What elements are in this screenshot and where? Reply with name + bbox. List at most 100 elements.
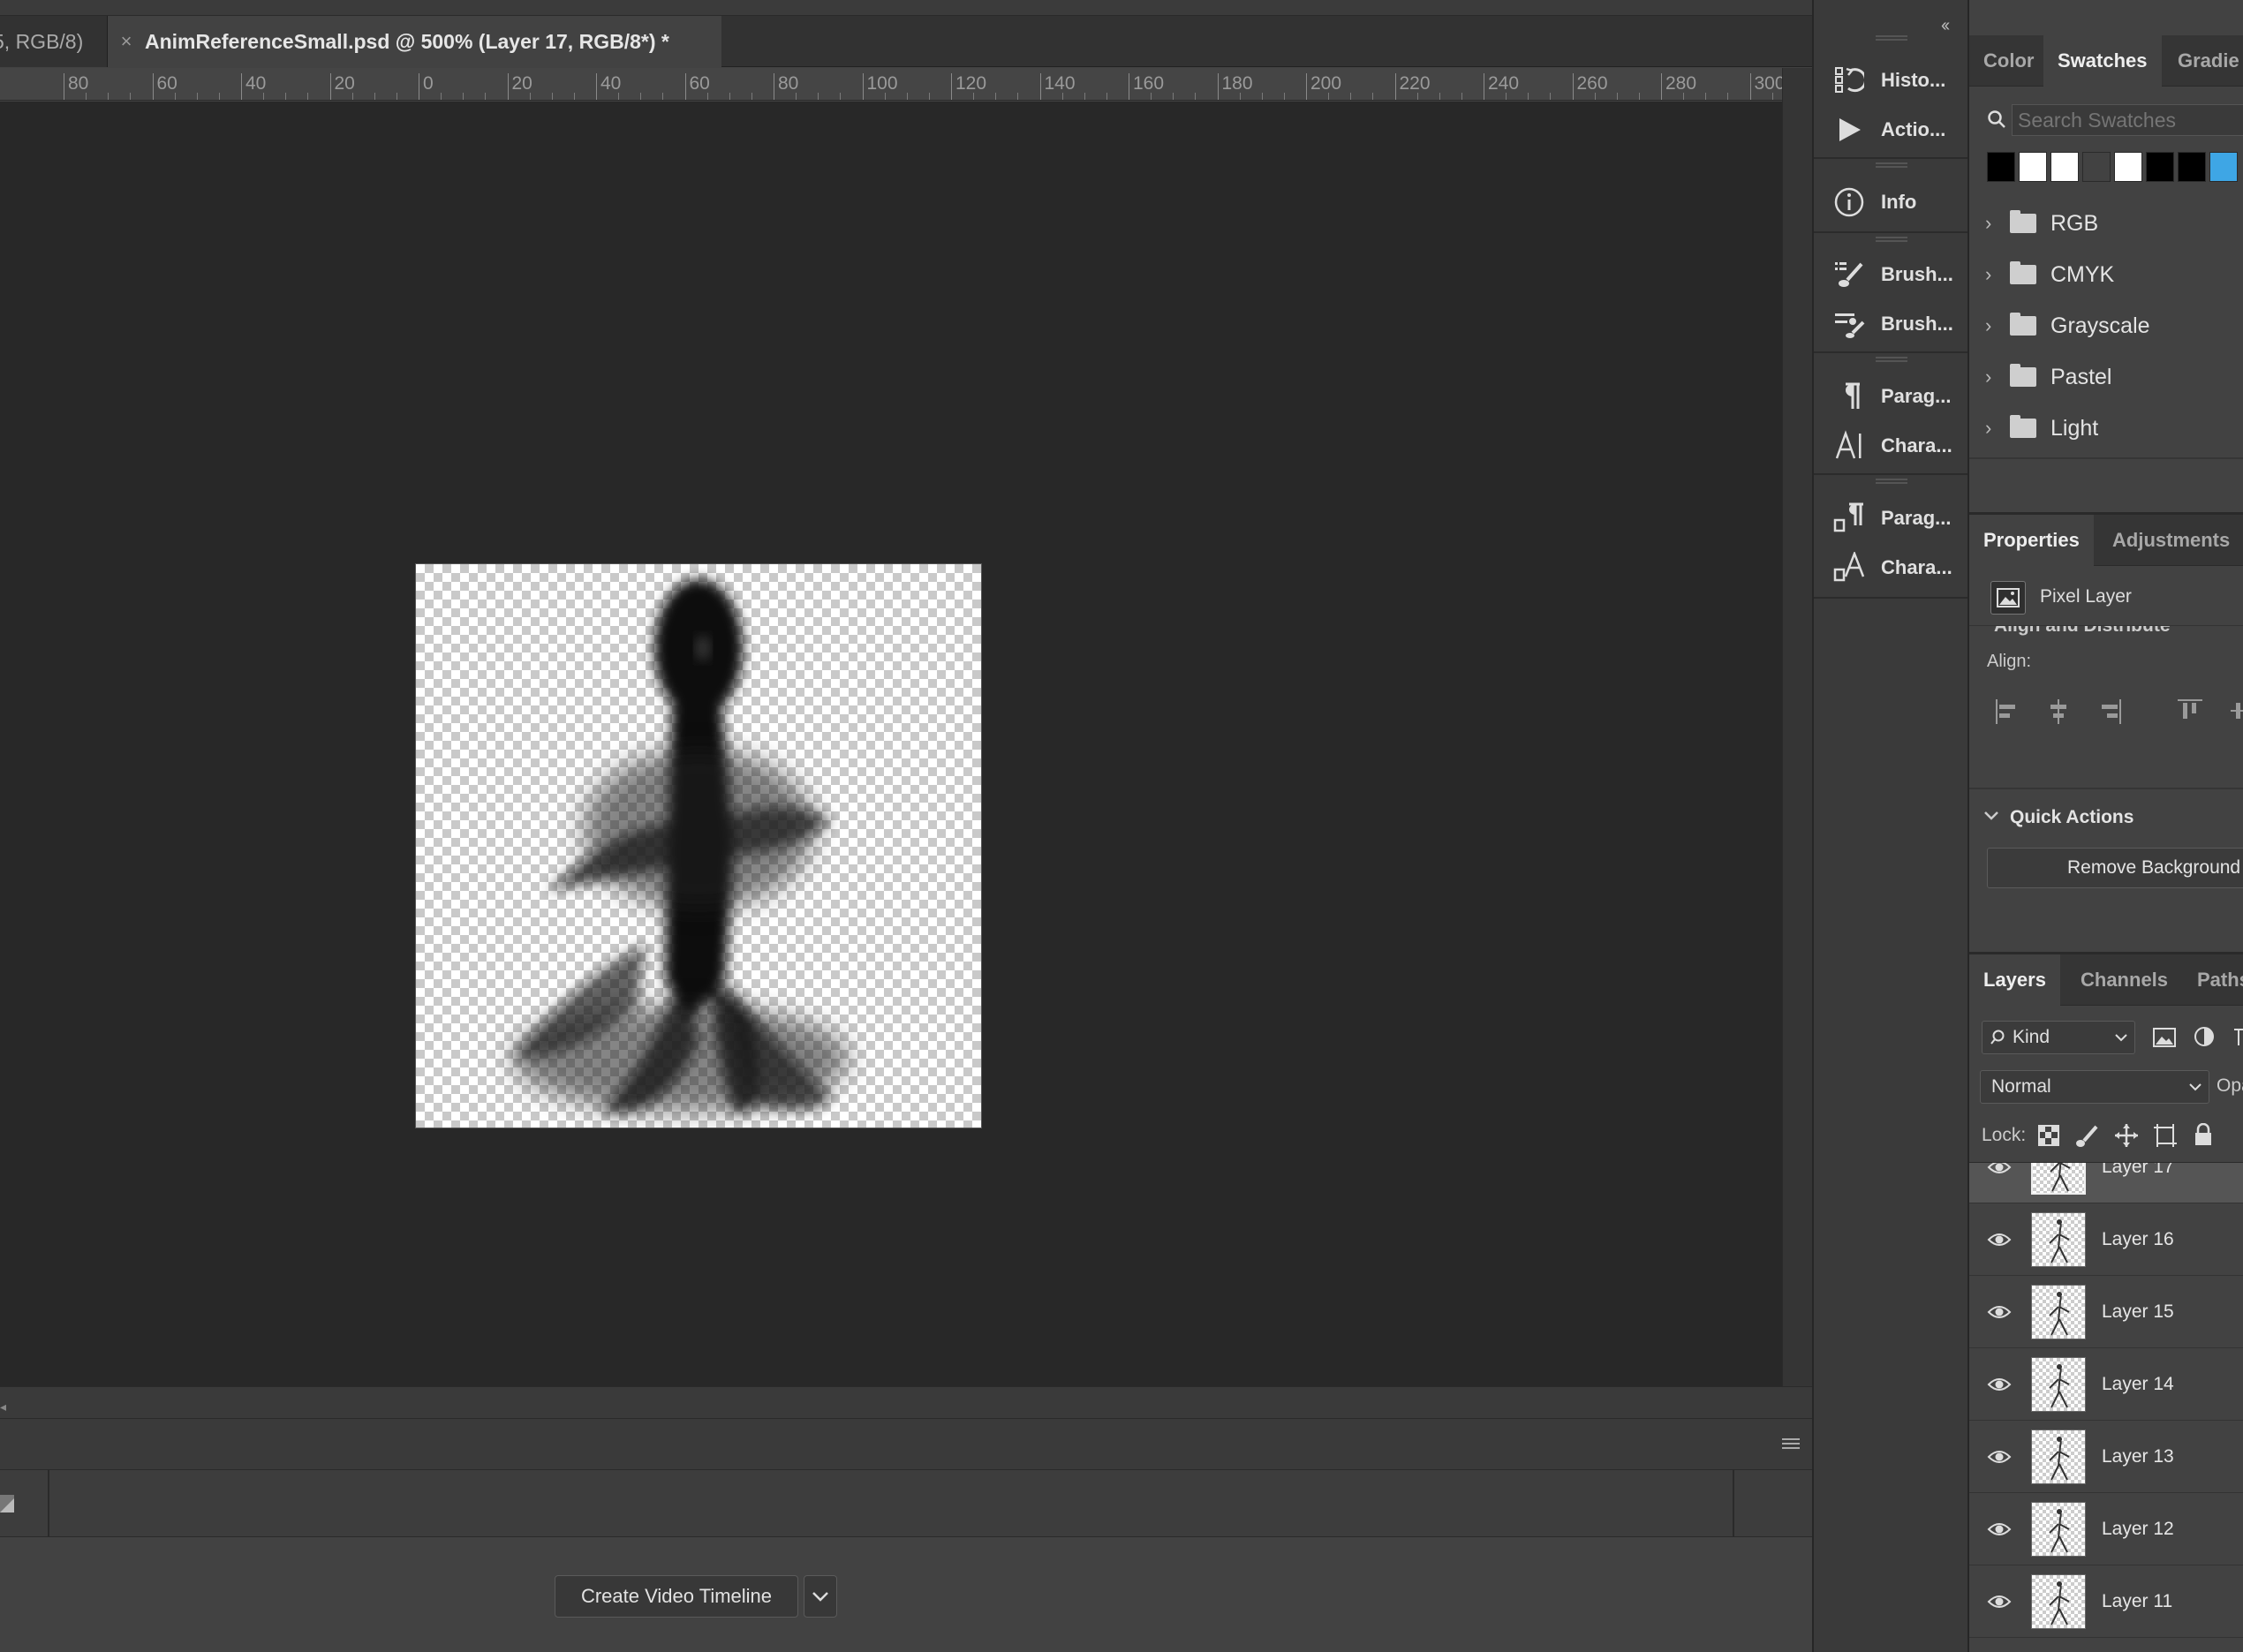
horizontal-scrollbar[interactable]: ◂ [0, 1386, 1812, 1418]
document-tab-previous[interactable]: 5, RGB/8) [0, 16, 108, 67]
dock-grip[interactable] [1876, 479, 1907, 484]
lock-transparent-pixels-icon[interactable] [2038, 1125, 2059, 1146]
align-right-icon[interactable] [2098, 699, 2121, 724]
chevron-right-icon[interactable]: › [1985, 263, 2003, 286]
blend-mode-dropdown[interactable]: Normal [1980, 1070, 2209, 1104]
eye-visibility-icon[interactable] [1987, 1449, 2015, 1465]
dock-item-actions[interactable]: Actio... [1831, 109, 1964, 150]
ruler-tick-label: 160 [1129, 73, 1164, 100]
align-horizontal-center-icon[interactable] [2047, 699, 2070, 724]
timeline-mode-dropdown[interactable] [804, 1575, 837, 1618]
tab-adjustments[interactable]: Adjustments [2098, 515, 2243, 566]
chevron-down-icon[interactable] [1983, 811, 1999, 821]
create-video-timeline-button[interactable]: Create Video Timeline [555, 1575, 798, 1618]
dock-grip[interactable] [1876, 162, 1907, 168]
eye-visibility-icon[interactable] [1987, 1232, 2015, 1248]
convert-frame-icon[interactable] [0, 1495, 16, 1512]
swatch-group-pastel[interactable]: › Pastel [1985, 351, 2243, 403]
swatch[interactable] [2082, 152, 2111, 182]
chevron-right-icon[interactable]: › [1985, 417, 2003, 440]
chevron-right-icon[interactable]: › [1985, 366, 2003, 388]
layer-row[interactable]: Layer 14 [1969, 1348, 2243, 1421]
scroll-left-arrow-icon[interactable]: ◂ [0, 1399, 6, 1414]
layer-filter-kind-dropdown[interactable]: Kind [1982, 1021, 2135, 1054]
folder-icon [2010, 313, 2036, 336]
horizontal-ruler[interactable]: 80 60 40 20 0 20 40 60 80 100 120 140 160 180 200 220 24… [0, 68, 1793, 101]
search-icon [1990, 1030, 2005, 1045]
document-canvas[interactable] [415, 563, 982, 1128]
eye-visibility-icon[interactable] [1987, 1304, 2015, 1320]
eye-visibility-icon[interactable] [1987, 1163, 2015, 1175]
dock-item-history[interactable]: Histo... [1831, 60, 1964, 101]
dock-grip[interactable] [1876, 357, 1907, 362]
layer-row[interactable]: Layer 16 [1969, 1203, 2243, 1276]
filter-pixel-layers-icon[interactable] [2153, 1028, 2176, 1047]
layer-row[interactable]: Layer 15 [1969, 1276, 2243, 1348]
dock-separator [1814, 351, 1967, 353]
swatch[interactable] [2050, 152, 2079, 182]
lock-image-pixels-icon[interactable] [2075, 1125, 2098, 1148]
ruler-minor-tick [1683, 93, 1685, 100]
tab-paths[interactable]: Paths [2183, 954, 2243, 1006]
eye-visibility-icon[interactable] [1987, 1594, 2015, 1610]
tab-swatches[interactable]: Swatches [2043, 35, 2162, 87]
filter-adjustment-layers-icon[interactable] [2194, 1026, 2215, 1047]
dock-item-character[interactable]: Chara... [1831, 426, 1964, 466]
tab-channels[interactable]: Channels [2066, 954, 2182, 1006]
dock-item-character-styles-label: Chara... [1881, 556, 1952, 578]
tab-gradients[interactable]: Gradie [2164, 35, 2243, 87]
tab-properties-label: Properties [1983, 529, 2080, 551]
swatch-group-rgb[interactable]: › RGB [1985, 198, 2243, 249]
layer-row[interactable]: Layer 13 [1969, 1421, 2243, 1493]
eye-visibility-icon[interactable] [1987, 1521, 2015, 1537]
swatch[interactable] [2209, 152, 2238, 182]
swatch[interactable] [2178, 152, 2206, 182]
dock-grip[interactable] [1876, 35, 1907, 41]
chevron-right-icon[interactable]: › [1985, 212, 2003, 235]
layer-row[interactable]: Layer 11 [1969, 1565, 2243, 1638]
tab-layers[interactable]: Layers [1969, 954, 2060, 1006]
dock-item-info[interactable]: Info [1831, 182, 1964, 223]
ruler-tick-label: 220 [1394, 73, 1431, 100]
swatch[interactable] [2114, 152, 2142, 182]
ruler-minor-tick [1261, 93, 1263, 100]
vertical-scrollbar[interactable] [1782, 68, 1812, 1386]
dock-item-character-styles[interactable]: Chara... [1831, 547, 1964, 588]
dock-item-brush-settings[interactable]: Brush... [1831, 304, 1964, 344]
close-icon[interactable]: × [108, 30, 145, 53]
lock-artboard-icon[interactable] [2153, 1123, 2178, 1148]
remove-background-button[interactable]: Remove Background [1987, 848, 2243, 888]
swatch-group-grayscale[interactable]: › Grayscale [1985, 300, 2243, 351]
swatch[interactable] [2019, 152, 2047, 182]
align-top-icon[interactable] [2178, 699, 2202, 722]
ruler-minor-tick [1372, 93, 1374, 100]
align-vertical-center-icon[interactable] [2231, 699, 2243, 722]
lock-all-icon[interactable] [2194, 1123, 2213, 1146]
layer-row[interactable]: Layer 17 [1969, 1163, 2243, 1203]
layer-row[interactable]: Layer 12 [1969, 1493, 2243, 1565]
tab-channels-label: Channels [2081, 969, 2169, 991]
swatch-group-cmyk[interactable]: › CMYK [1985, 249, 2243, 300]
filter-type-layers-icon[interactable] [2234, 1028, 2243, 1047]
eye-visibility-icon[interactable] [1987, 1377, 2015, 1392]
tab-color[interactable]: Color [1969, 35, 2048, 87]
dock-item-brush[interactable]: Brush... [1831, 254, 1964, 295]
swatch[interactable] [1987, 152, 2015, 182]
tab-properties[interactable]: Properties [1969, 515, 2094, 566]
panel-menu-icon[interactable] [1782, 1438, 1800, 1452]
canvas-area[interactable] [0, 102, 1782, 1386]
lock-position-icon[interactable] [2114, 1123, 2139, 1148]
search-swatches-input[interactable] [2012, 104, 2243, 136]
dock-item-paragraph-styles[interactable]: Parag... [1831, 498, 1964, 539]
document-tab-active[interactable]: × AnimReferenceSmall.psd @ 500% (Layer 1… [108, 16, 721, 67]
dock-item-paragraph[interactable]: Parag... [1831, 376, 1964, 417]
swatch[interactable] [2146, 152, 2174, 182]
collapse-panels-icon[interactable]: ‹‹ [1941, 16, 1950, 36]
chevron-right-icon[interactable]: › [1985, 314, 2003, 337]
search-icon [1987, 109, 2006, 129]
swatch-group-light[interactable]: › Light [1985, 403, 2243, 454]
chevron-down-icon [2115, 1034, 2127, 1042]
align-left-icon[interactable] [1996, 699, 2019, 724]
dock-grip[interactable] [1876, 237, 1907, 242]
ruler-minor-tick [86, 93, 87, 100]
